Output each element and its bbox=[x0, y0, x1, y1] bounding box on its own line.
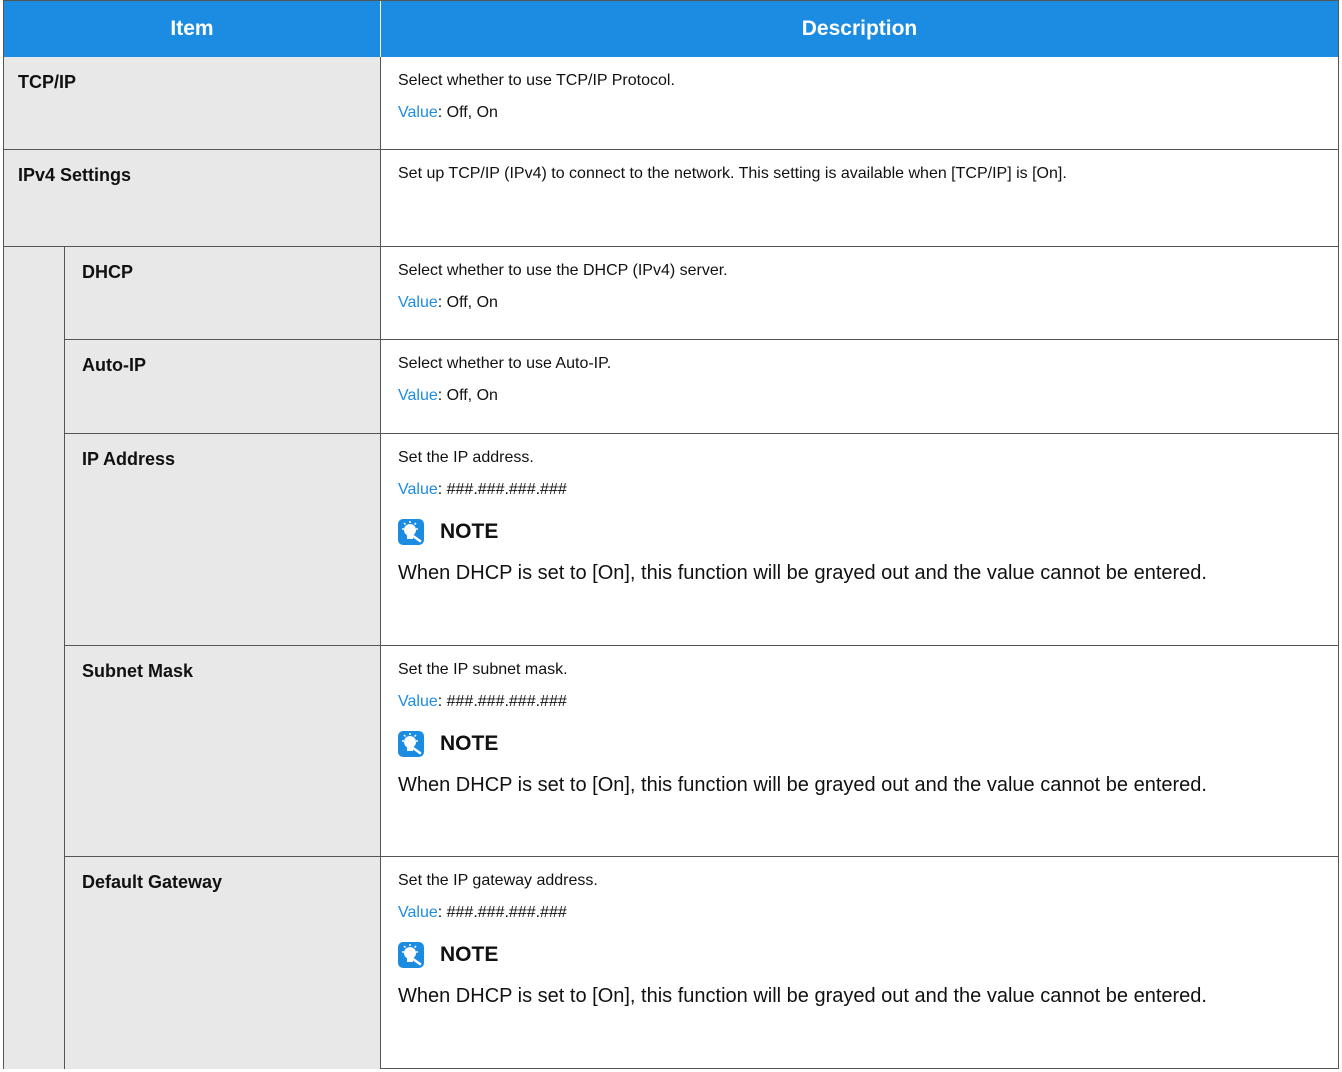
value-text: : Off, On bbox=[437, 294, 498, 311]
table-row-dhcp-description: Select whether to use the DHCP (IPv4) se… bbox=[381, 247, 1338, 340]
description-text: Select whether to use TCP/IP Protocol. bbox=[398, 72, 675, 89]
table-row-autoip-description: Select whether to use Auto-IP. Value: Of… bbox=[381, 340, 1338, 434]
description-text: Select whether to use the DHCP (IPv4) se… bbox=[398, 262, 728, 279]
description-text: Set the IP gateway address. bbox=[398, 872, 598, 889]
description-text: Select whether to use Auto-IP. bbox=[398, 355, 612, 372]
column-header-item: Item bbox=[4, 1, 381, 57]
value-line: Value: ###.###.###.### bbox=[398, 692, 1318, 712]
value-line: Value: Off, On bbox=[398, 103, 1318, 123]
item-label: IP Address bbox=[82, 449, 176, 469]
table-row-defaultgateway-item: Default Gateway bbox=[65, 857, 381, 1069]
value-label: Value bbox=[398, 387, 438, 404]
lightbulb-note-icon bbox=[398, 731, 424, 757]
table-row-tcpip-item: TCP/IP bbox=[4, 57, 381, 150]
note-heading: NOTE bbox=[398, 730, 1318, 758]
table-row-dhcp-item: DHCP bbox=[65, 247, 381, 340]
item-label: Subnet Mask bbox=[82, 661, 194, 681]
note-title: NOTE bbox=[440, 520, 499, 543]
value-text: : ###.###.###.### bbox=[437, 481, 567, 498]
item-label: Auto-IP bbox=[82, 355, 146, 375]
value-text: : Off, On bbox=[437, 104, 498, 121]
lightbulb-note-icon bbox=[398, 942, 424, 968]
description-text: Set the IP subnet mask. bbox=[398, 661, 568, 678]
table-row-subnetmask-description: Set the IP subnet mask. Value: ###.###.#… bbox=[381, 646, 1338, 857]
value-label: Value bbox=[398, 693, 438, 710]
table-row-subnetmask-item: Subnet Mask bbox=[65, 646, 381, 857]
value-text: : ###.###.###.### bbox=[437, 693, 567, 710]
value-line: Value: ###.###.###.### bbox=[398, 903, 1318, 923]
note-heading: NOTE bbox=[398, 518, 1318, 546]
note-text: When DHCP is set to [On], this function … bbox=[398, 562, 1207, 584]
value-line: Value: ###.###.###.### bbox=[398, 480, 1318, 500]
value-line: Value: Off, On bbox=[398, 386, 1318, 406]
item-label: IPv4 Settings bbox=[18, 165, 132, 185]
item-label: TCP/IP bbox=[18, 72, 77, 92]
value-line: Value: Off, On bbox=[398, 293, 1318, 313]
item-label: Default Gateway bbox=[82, 872, 223, 892]
table-row-ipv4-item: IPv4 Settings bbox=[4, 150, 381, 247]
value-text: : ###.###.###.### bbox=[437, 904, 567, 921]
value-label: Value bbox=[398, 904, 438, 921]
table-row-autoip-item: Auto-IP bbox=[65, 340, 381, 434]
note-text: When DHCP is set to [On], this function … bbox=[398, 774, 1207, 796]
settings-table: Item Description TCP/IP Select whether t… bbox=[3, 0, 1339, 1069]
value-label: Value bbox=[398, 294, 438, 311]
table-row-ipv4-description: Set up TCP/IP (IPv4) to connect to the n… bbox=[381, 150, 1338, 247]
value-label: Value bbox=[398, 481, 438, 498]
column-header-description: Description bbox=[381, 1, 1338, 57]
table-row-ipaddress-description: Set the IP address. Value: ###.###.###.#… bbox=[381, 434, 1338, 646]
note-text: When DHCP is set to [On], this function … bbox=[398, 985, 1207, 1007]
description-text: Set the IP address. bbox=[398, 449, 534, 466]
description-text: Set up TCP/IP (IPv4) to connect to the n… bbox=[398, 165, 1067, 182]
item-label: DHCP bbox=[82, 262, 134, 282]
value-label: Value bbox=[398, 104, 438, 121]
table-row-ipaddress-item: IP Address bbox=[65, 434, 381, 646]
note-title: NOTE bbox=[440, 943, 499, 966]
table-row-tcpip-description: Select whether to use TCP/IP Protocol. V… bbox=[381, 57, 1338, 150]
note-title: NOTE bbox=[440, 732, 499, 755]
value-text: : Off, On bbox=[437, 387, 498, 404]
indent-strip bbox=[4, 247, 65, 1069]
note-heading: NOTE bbox=[398, 941, 1318, 969]
table-row-defaultgateway-description: Set the IP gateway address. Value: ###.#… bbox=[381, 857, 1338, 1069]
lightbulb-note-icon bbox=[398, 519, 424, 545]
